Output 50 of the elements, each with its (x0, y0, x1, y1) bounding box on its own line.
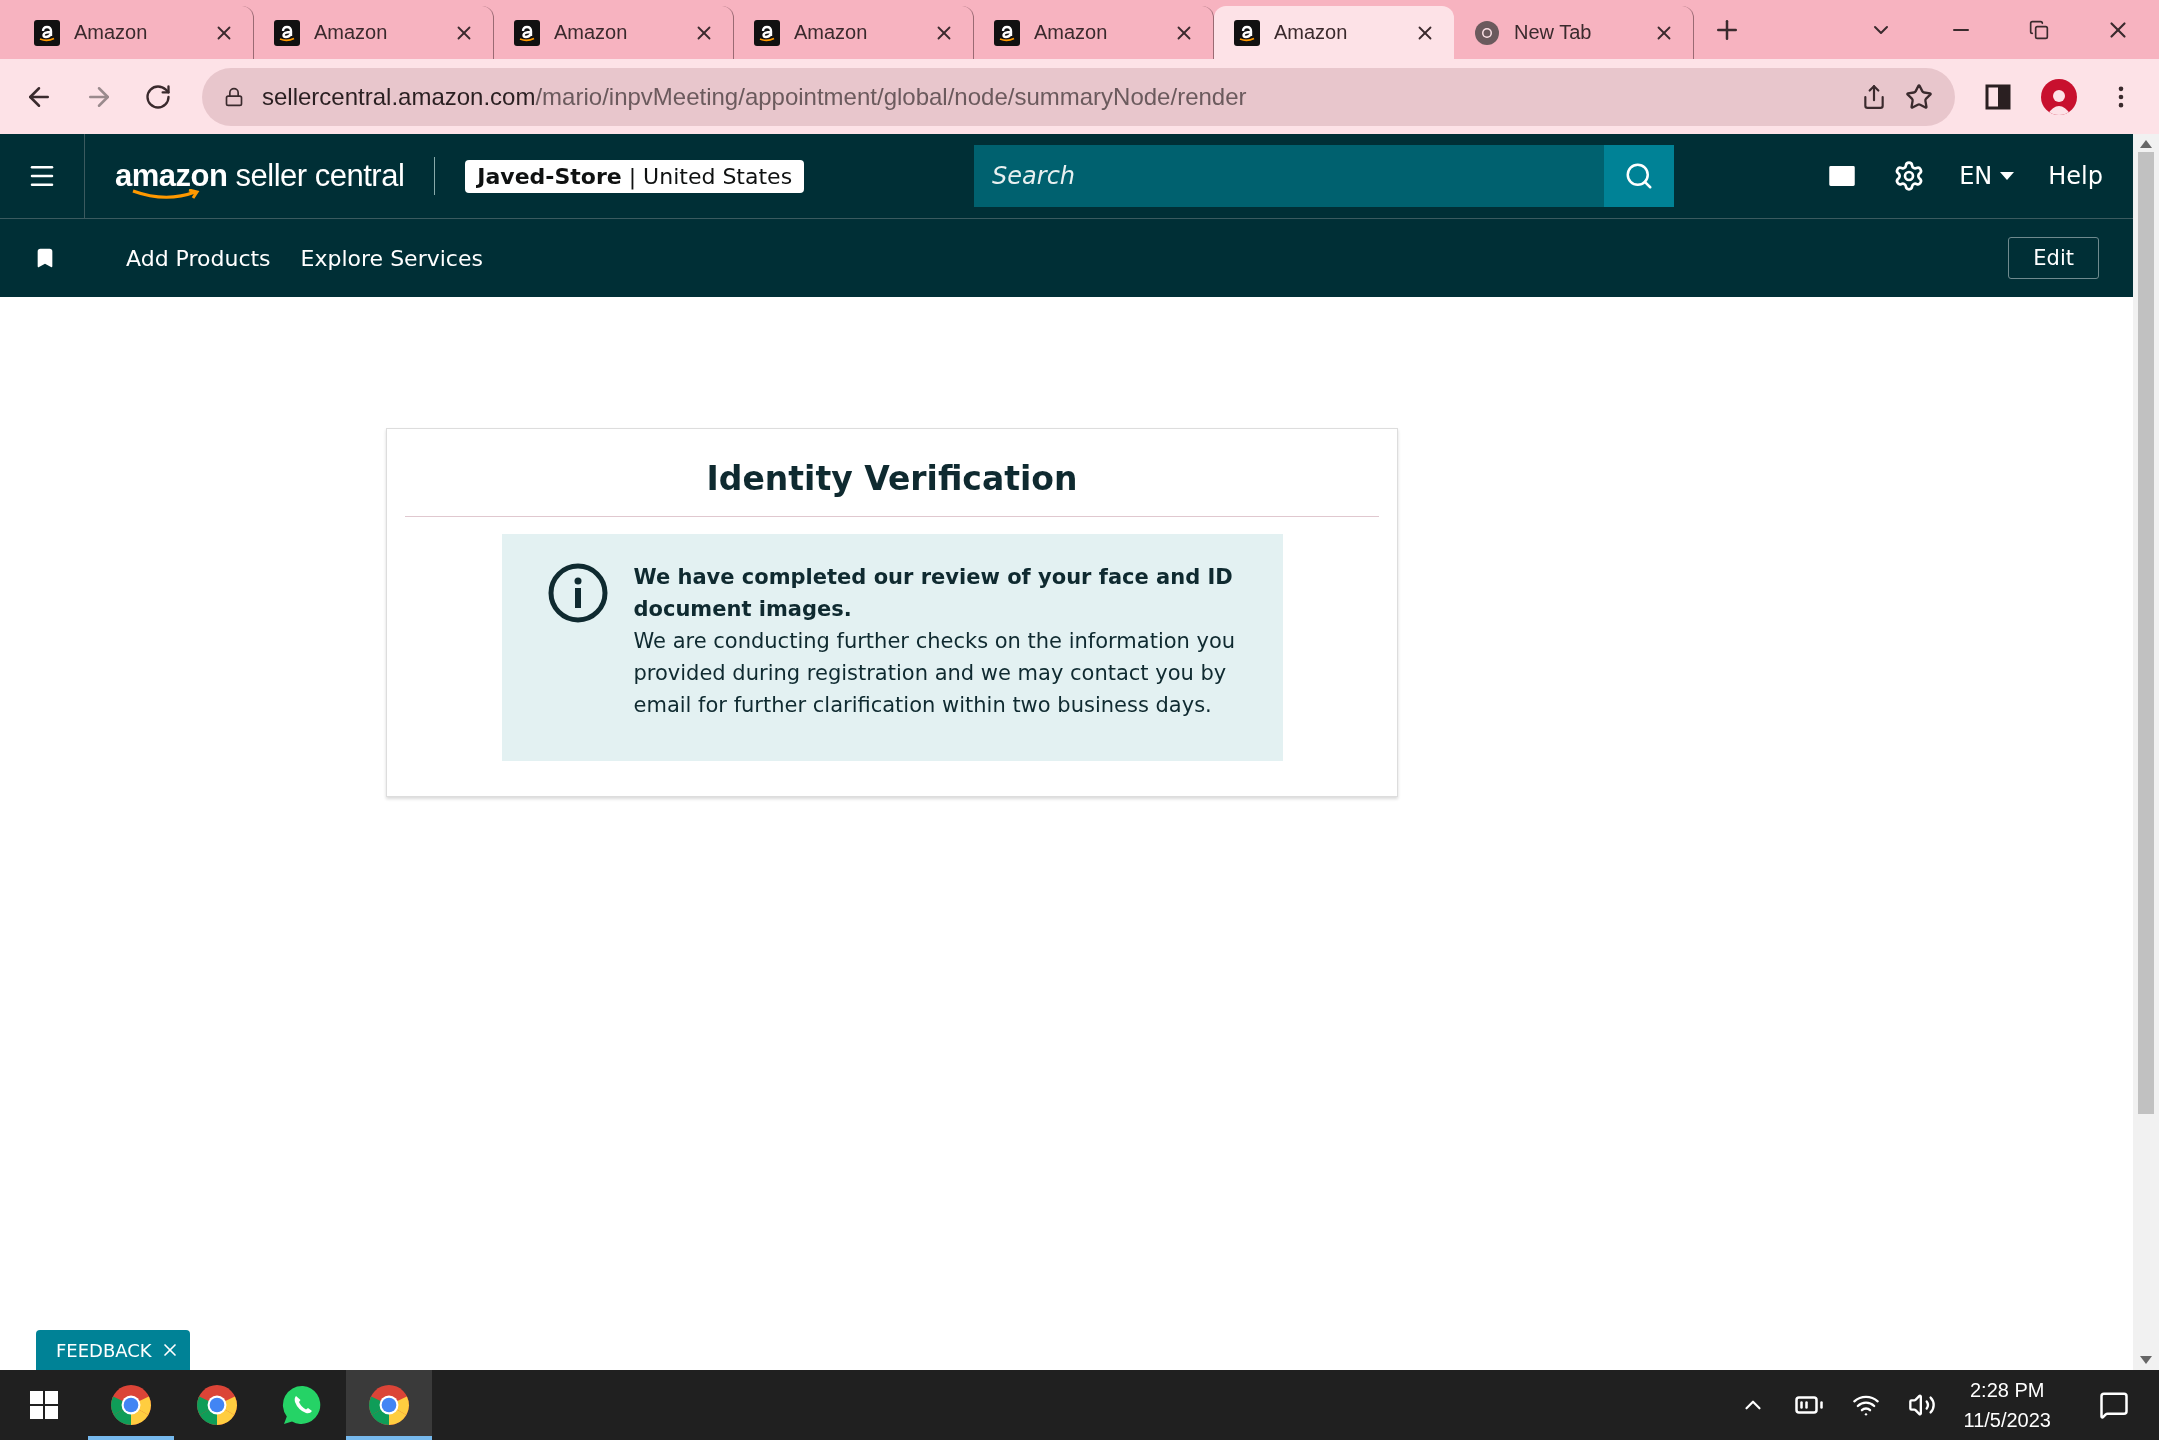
tab-title: Amazon (314, 21, 389, 44)
language-selector[interactable]: EN (1959, 162, 2015, 190)
address-bar[interactable]: sellercentral.amazon.com/mario/inpvMeeting/appointment/global/node/summaryNode/render (202, 67, 1955, 126)
clock-date[interactable]: 11/5/2023 (1963, 1405, 2051, 1435)
profile-avatar[interactable] (2041, 78, 2077, 115)
chrome-logo-icon (196, 1384, 238, 1426)
caret-icon (2000, 172, 2015, 180)
windows-logo-icon[interactable] (30, 1391, 58, 1419)
share-icon[interactable] (1861, 83, 1887, 110)
nav-link[interactable]: Add Products (126, 245, 271, 271)
info-icon (547, 563, 608, 623)
letter-a-icon (994, 19, 1020, 46)
alert-text: We are conducting further checks on the information you provided during registration and we may contact you by email for further clarification within two business days. (633, 628, 1237, 719)
url-text: sellercentral.amazon.com/mario/inpvMeeting/appointment/global/node/summaryNode/render (262, 82, 1248, 111)
letter-a-icon (514, 19, 540, 46)
browser-tab[interactable]: Amazon (1214, 6, 1454, 59)
edit-button[interactable]: Edit (2008, 237, 2099, 279)
reload-icon[interactable] (144, 82, 172, 111)
chrome-logo-icon (110, 1384, 152, 1426)
scrollbar[interactable] (2133, 134, 2159, 1370)
chrome-logo-icon (368, 1384, 410, 1426)
tab-title: New Tab (1514, 21, 1593, 44)
feedback-button[interactable]: FEEDBACK (36, 1330, 190, 1370)
letter-a-icon (34, 19, 60, 46)
scroll-up-icon[interactable] (2140, 140, 2152, 148)
store-selector[interactable]: Javed-Store | United States (465, 159, 805, 193)
letter-a-icon (754, 19, 780, 46)
card-title: Identity Verification (405, 429, 1379, 517)
search-button[interactable] (1604, 145, 1675, 207)
lock-icon (224, 86, 244, 107)
tab-title: Amazon (74, 21, 149, 44)
taskbar-app[interactable] (346, 1370, 432, 1440)
notification-icon[interactable] (2099, 1390, 2129, 1420)
nav-link[interactable]: Explore Services (300, 245, 483, 271)
tab-title: Amazon (794, 21, 869, 44)
smile-arrow-icon (131, 189, 201, 201)
tab-title: Amazon (1274, 21, 1349, 44)
scroll-down-icon[interactable] (2140, 1356, 2152, 1364)
help-link[interactable]: Help (2048, 162, 2103, 190)
side-panel-icon[interactable] (1985, 83, 2011, 110)
search-field[interactable]: Search (974, 145, 1605, 207)
star-icon[interactable] (1905, 82, 1933, 111)
tab-title: Amazon (554, 21, 629, 44)
restore-icon[interactable] (2029, 19, 2049, 40)
globe-icon (1474, 19, 1500, 46)
clock-time[interactable]: 2:28 PM (1970, 1375, 2045, 1405)
alert-heading: We have completed our review of your face and ID document images. (633, 564, 1234, 623)
letter-a-icon (1234, 19, 1260, 46)
tab-title: Amazon (1034, 21, 1109, 44)
letter-a-icon (274, 19, 300, 46)
